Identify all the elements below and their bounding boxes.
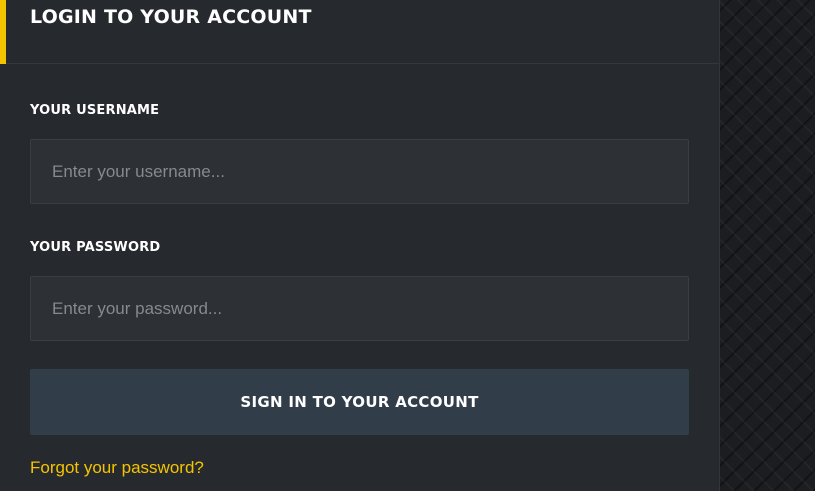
- panel-header: LOGIN TO YOUR ACCOUNT: [0, 0, 719, 64]
- header-accent-bar: [0, 0, 6, 64]
- login-panel: LOGIN TO YOUR ACCOUNT YOUR USERNAME YOUR…: [0, 0, 720, 491]
- username-input[interactable]: [30, 139, 689, 204]
- password-input[interactable]: [30, 276, 689, 341]
- password-label: YOUR PASSWORD: [30, 240, 161, 255]
- sign-in-button[interactable]: SIGN IN TO YOUR ACCOUNT: [30, 369, 689, 435]
- forgot-password-link[interactable]: Forgot your password?: [30, 458, 204, 478]
- page-title: LOGIN TO YOUR ACCOUNT: [30, 6, 312, 28]
- username-label: YOUR USERNAME: [30, 103, 160, 118]
